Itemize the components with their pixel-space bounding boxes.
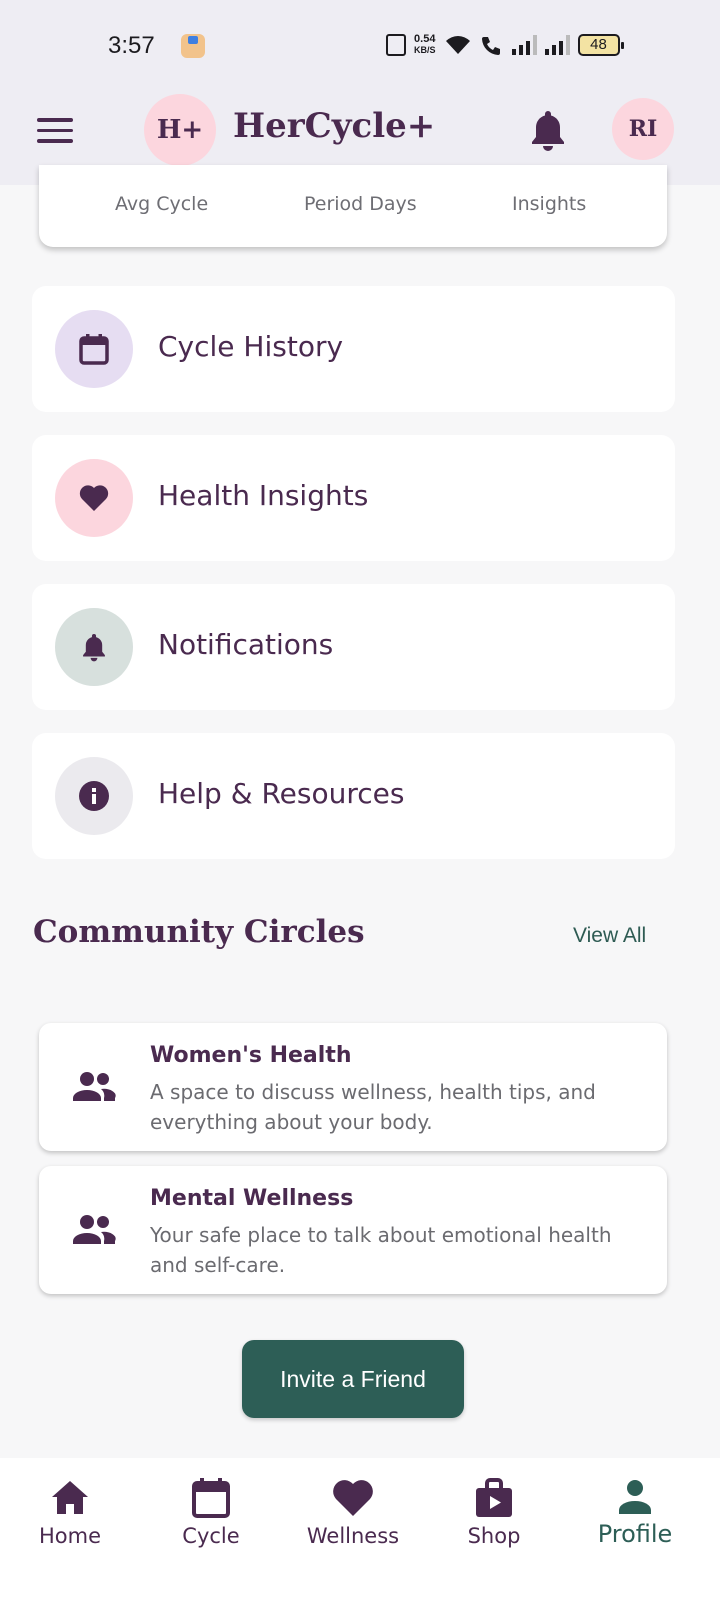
wifi-icon [445, 36, 470, 54]
stat-label-insights: Insights [512, 193, 587, 215]
nav-item-shop[interactable]: Shop [434, 1458, 554, 1600]
menu-icon-circle [55, 459, 133, 537]
signal-icon-2 [544, 35, 570, 55]
menu-label: Cycle History [158, 330, 344, 363]
menu-item-notifications[interactable]: Notifications [32, 584, 675, 710]
bottom-navigation: Home Cycle Wellness Shop Profile [0, 1458, 720, 1600]
app-logo: H+ [144, 94, 216, 166]
community-section-title: Community Circles [33, 914, 365, 950]
nav-item-wellness[interactable]: Wellness [293, 1458, 413, 1600]
person-icon [619, 1480, 651, 1514]
circle-name: Mental Wellness [150, 1186, 354, 1211]
battery-icon: 48 [577, 34, 624, 56]
community-circle-card[interactable]: Mental Wellness Your safe place to talk … [39, 1166, 667, 1294]
bell-icon [83, 634, 105, 662]
heart-icon [333, 1480, 373, 1516]
stat-label-avg-cycle: Avg Cycle [115, 193, 209, 215]
nav-item-cycle[interactable]: Cycle [151, 1458, 271, 1600]
network-speed: 0.54 KB/S [414, 33, 436, 56]
community-circle-card[interactable]: Women's Health A space to discuss wellne… [39, 1023, 667, 1151]
stat-label-period-days: Period Days [304, 193, 417, 215]
nav-label: Wellness [306, 1524, 400, 1548]
notification-app-icon [181, 34, 205, 58]
nav-item-profile[interactable]: Profile [575, 1458, 695, 1600]
nav-item-home[interactable]: Home [10, 1458, 130, 1600]
app-title: HerCycle+ [233, 106, 436, 146]
menu-label: Notifications [158, 628, 334, 661]
vibrate-icon [386, 34, 406, 56]
menu-icon-circle [55, 310, 133, 388]
menu-label: Help & Resources [158, 777, 405, 810]
group-icon [73, 1072, 116, 1101]
group-icon [73, 1215, 116, 1244]
signal-icon [511, 35, 537, 55]
nav-label: Profile [597, 1520, 673, 1548]
circle-description: A space to discuss wellness, health tips… [150, 1080, 596, 1134]
circle-name: Women's Health [150, 1043, 352, 1068]
call-icon [481, 37, 500, 55]
circle-description: Your safe place to talk about emotional … [150, 1223, 612, 1277]
nav-label: Shop [467, 1524, 521, 1548]
view-all-link[interactable]: View All [573, 924, 646, 948]
cycle-stats-card: Avg Cycle Period Days Insights [39, 165, 667, 247]
nav-label: Home [38, 1524, 101, 1548]
menu-label: Health Insights [158, 479, 369, 512]
status-time: 3:57 [108, 32, 155, 59]
calendar-icon [192, 1478, 230, 1518]
info-icon [79, 781, 109, 811]
menu-item-health-insights[interactable]: Health Insights [32, 435, 675, 561]
nav-label: Cycle [182, 1524, 240, 1548]
bell-icon[interactable] [528, 108, 568, 152]
invite-friend-button[interactable]: Invite a Friend [242, 1340, 464, 1418]
home-icon [52, 1481, 88, 1514]
status-icons: 0.54 KB/S 48 [386, 33, 624, 56]
heart-icon [79, 485, 109, 511]
status-bar: 3:57 0.54 KB/S 48 [0, 0, 720, 90]
menu-icon-circle [55, 757, 133, 835]
avatar[interactable]: RI [612, 98, 674, 160]
hamburger-menu-icon[interactable] [37, 118, 73, 144]
calendar-icon [79, 334, 109, 365]
menu-icon-circle [55, 608, 133, 686]
menu-item-cycle-history[interactable]: Cycle History [32, 286, 675, 412]
shopping-bag-icon [476, 1478, 512, 1517]
menu-item-help-resources[interactable]: Help & Resources [32, 733, 675, 859]
